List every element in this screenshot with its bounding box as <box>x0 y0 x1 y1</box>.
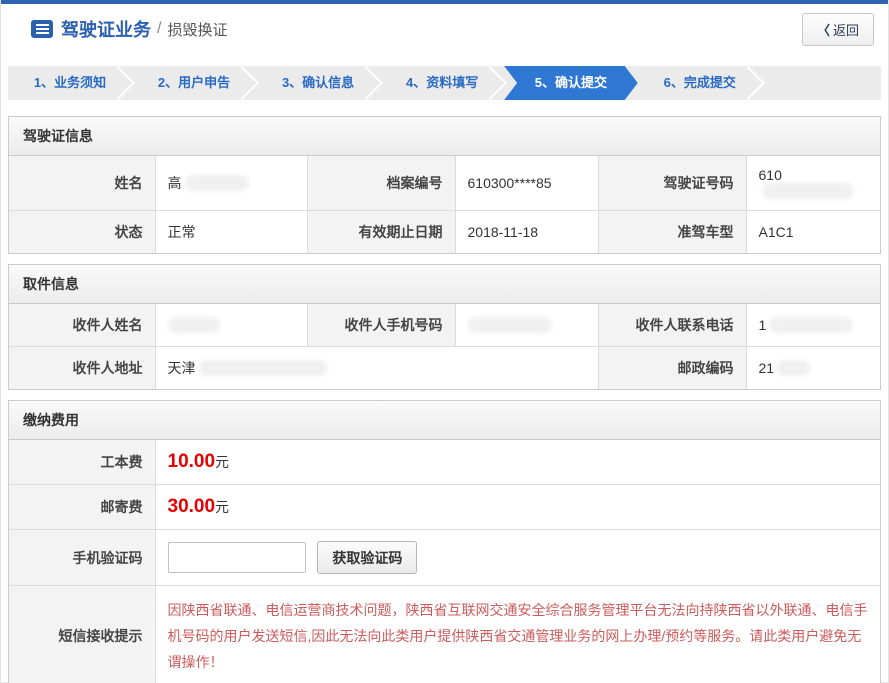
table-row: 短信接收提示 因陕西省联通、电信运营商技术问题，陕西省互联网交通安全综合服务管理… <box>9 586 880 683</box>
step-label: 2、用户申告 <box>158 75 230 90</box>
page-header: 驾驶证业务 / 损毁换证 〈返回 <box>1 4 888 54</box>
step-6-complete-submit: 6、完成提交 <box>638 66 762 100</box>
table-row: 收件人地址 天津 邮政编码 21 <box>9 347 880 390</box>
postal-code-value: 21 <box>746 347 880 390</box>
recipient-address-value: 天津 <box>155 347 598 390</box>
recipient-mobile-label: 收件人手机号码 <box>307 304 455 347</box>
license-info-title: 驾驶证信息 <box>9 117 880 156</box>
step-5-confirm-submit-active: 5、确认提交 <box>504 66 638 100</box>
recipient-phone-value: 1 <box>746 304 880 347</box>
sms-notice-label: 短信接收提示 <box>9 586 155 683</box>
license-info-table: 姓名 高 档案编号 610300****85 驾驶证号码 610 状态 正常 有… <box>9 156 880 253</box>
license-no-value-text: 610 <box>759 167 782 183</box>
redaction-blur <box>769 317 853 333</box>
back-button[interactable]: 〈返回 <box>802 13 874 46</box>
recipient-name-label: 收件人姓名 <box>9 304 155 347</box>
postal-code-label: 邮政编码 <box>598 347 746 390</box>
vehicle-class-value: A1C1 <box>746 211 880 254</box>
redaction-blur <box>185 175 249 191</box>
table-row: 姓名 高 档案编号 610300****85 驾驶证号码 610 <box>9 156 880 211</box>
name-value: 高 <box>155 156 307 211</box>
production-fee-value: 10.00元 <box>155 440 880 485</box>
fees-panel: 缴纳费用 工本费 10.00元 邮寄费 30.00元 手机验证码 获取验证码 短… <box>8 400 881 683</box>
license-no-value: 610 <box>746 156 880 211</box>
step-2-user-declaration: 2、用户申告 <box>132 66 256 100</box>
recipient-phone-label: 收件人联系电话 <box>598 304 746 347</box>
sms-code-input[interactable] <box>168 542 306 573</box>
step-3-confirm-info: 3、确认信息 <box>256 66 380 100</box>
table-row: 手机验证码 获取验证码 <box>9 530 880 586</box>
step-label: 5、确认提交 <box>535 75 607 90</box>
step-label: 3、确认信息 <box>282 75 354 90</box>
step-label: 6、完成提交 <box>664 75 736 90</box>
redaction-blur <box>168 317 220 333</box>
breadcrumb-current: 损毁换证 <box>167 19 227 40</box>
back-button-label: 返回 <box>833 23 859 38</box>
production-fee-amount: 10.00 <box>168 451 216 472</box>
step-progress-bar: 1、业务须知 2、用户申告 3、确认信息 4、资料填写 5、确认提交 6、完成提… <box>8 66 881 100</box>
file-no-label: 档案编号 <box>307 156 455 211</box>
recipient-name-value <box>155 304 307 347</box>
table-row: 状态 正常 有效期止日期 2018-11-18 准驾车型 A1C1 <box>9 211 880 254</box>
postal-code-text: 21 <box>759 360 775 376</box>
license-info-panel: 驾驶证信息 姓名 高 档案编号 610300****85 驾驶证号码 610 状… <box>8 116 881 254</box>
get-sms-code-button[interactable]: 获取验证码 <box>317 541 417 574</box>
name-value-text: 高 <box>168 175 182 191</box>
table-row: 邮寄费 30.00元 <box>9 485 880 530</box>
step-label: 1、业务须知 <box>34 75 106 90</box>
status-value: 正常 <box>155 211 307 254</box>
table-row: 收件人姓名 收件人手机号码 收件人联系电话 1 <box>9 304 880 347</box>
redaction-blur <box>468 317 552 333</box>
page: 驾驶证业务 / 损毁换证 〈返回 1、业务须知 2、用户申告 3、确认信息 4、… <box>0 0 889 683</box>
name-label: 姓名 <box>9 156 155 211</box>
step-bar-filler <box>762 66 881 100</box>
status-label: 状态 <box>9 211 155 254</box>
production-fee-unit: 元 <box>215 454 229 470</box>
mailing-fee-label: 邮寄费 <box>9 485 155 530</box>
recipient-mobile-value <box>455 304 598 347</box>
step-4-fill-data: 4、资料填写 <box>380 66 504 100</box>
valid-until-value: 2018-11-18 <box>455 211 598 254</box>
mailing-fee-amount: 30.00 <box>168 496 216 517</box>
license-no-label: 驾驶证号码 <box>598 156 746 211</box>
mailing-fee-value: 30.00元 <box>155 485 880 530</box>
recipient-address-text: 天津 <box>168 360 196 376</box>
recipient-address-label: 收件人地址 <box>9 347 155 390</box>
breadcrumb-separator: / <box>157 20 161 38</box>
pickup-info-title: 取件信息 <box>9 265 880 304</box>
fees-table: 工本费 10.00元 邮寄费 30.00元 手机验证码 获取验证码 短信接收提示… <box>9 440 880 683</box>
page-title: 驾驶证业务 <box>61 16 151 42</box>
vehicle-class-label: 准驾车型 <box>598 211 746 254</box>
redaction-blur <box>777 360 811 376</box>
step-label: 4、资料填写 <box>406 75 478 90</box>
redaction-blur <box>199 360 327 376</box>
pickup-info-table: 收件人姓名 收件人手机号码 收件人联系电话 1 收件人地址 天津 邮政编码 21 <box>9 304 880 389</box>
step-1-business-notice: 1、业务须知 <box>8 66 132 100</box>
pickup-info-panel: 取件信息 收件人姓名 收件人手机号码 收件人联系电话 1 收件人地址 天津 邮政… <box>8 264 881 390</box>
table-row: 工本费 10.00元 <box>9 440 880 485</box>
sms-code-cell: 获取验证码 <box>155 530 880 586</box>
sms-code-label: 手机验证码 <box>9 530 155 586</box>
redaction-blur <box>762 183 854 199</box>
valid-until-label: 有效期止日期 <box>307 211 455 254</box>
mailing-fee-unit: 元 <box>215 499 229 515</box>
chevron-left-icon: 〈 <box>817 23 830 38</box>
fees-title: 缴纳费用 <box>9 401 880 440</box>
production-fee-label: 工本费 <box>9 440 155 485</box>
recipient-phone-text: 1 <box>759 317 767 333</box>
file-no-value: 610300****85 <box>455 156 598 211</box>
license-card-icon <box>31 20 53 38</box>
sms-notice-text: 因陕西省联通、电信运营商技术问题，陕西省互联网交通安全综合服务管理平台无法向持陕… <box>155 586 880 683</box>
